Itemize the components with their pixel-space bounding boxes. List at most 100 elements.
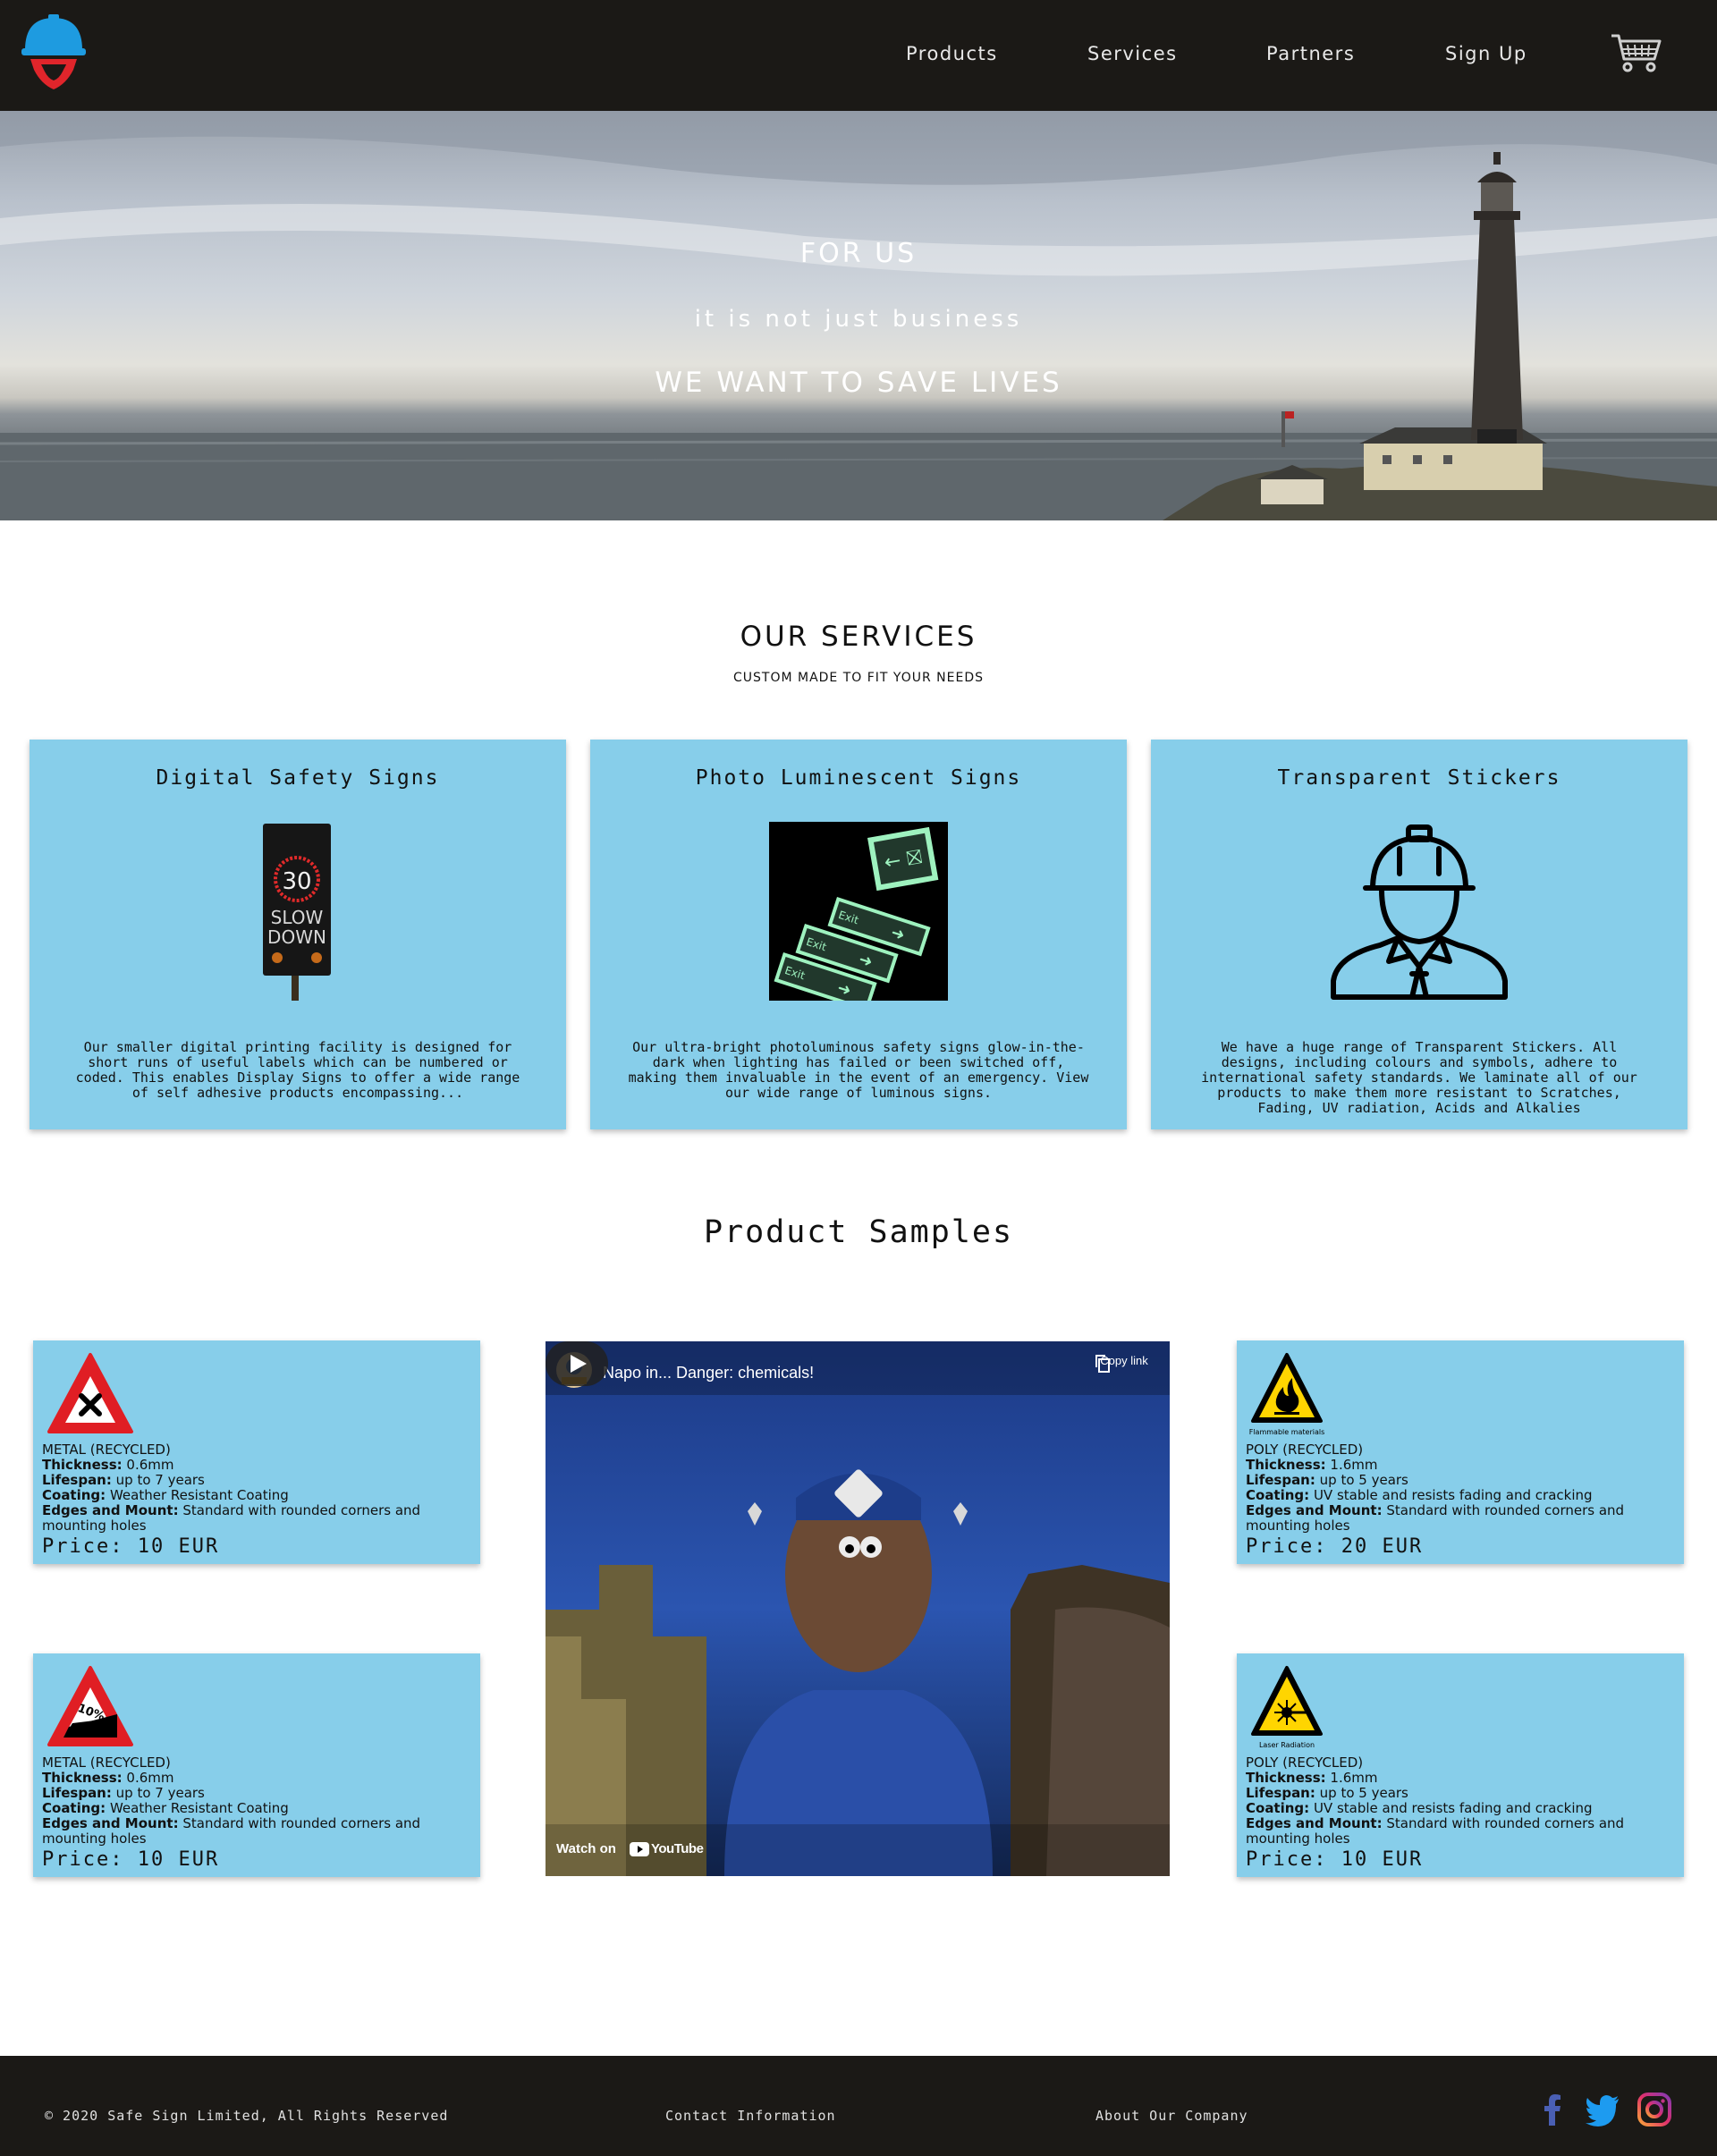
edges-label: Edges and Mount: — [1246, 1502, 1383, 1518]
service-card-luminescent[interactable]: Photo Luminescent Signs ← ⛝ Exit ➜ Exit ➜ … — [590, 740, 1127, 1129]
services-subtitle: CUSTOM MADE TO FIT YOUR NEEDS — [732, 671, 984, 685]
service-card-title: Digital Safety Signs — [156, 766, 440, 790]
service-card-title: Transparent Stickers — [1277, 766, 1561, 790]
product-details: METAL (RECYCLED) Thickness: 0.6mm Lifesp… — [42, 1442, 471, 1560]
copy-icon — [1095, 1355, 1110, 1373]
hero-slogan: WE WANT TO SAVE LIVES — [655, 367, 1062, 399]
youtube-logo-icon — [630, 1842, 649, 1856]
digital-sign-speed-text: 30 — [282, 868, 311, 895]
hero-tagline: it is not just business — [694, 306, 1023, 333]
watch-on-label: Watch on — [556, 1841, 616, 1856]
nav-products-link[interactable]: Products — [906, 43, 998, 64]
glow-exit-signs-image: ← ⛝ Exit➜ Exit➜ Exit➜ — [769, 822, 948, 1001]
watch-on-youtube-link[interactable]: Watch on YouTube — [546, 1830, 706, 1869]
edges-label: Edges and Mount: — [42, 1815, 179, 1831]
footer-about-link[interactable]: About Our Company — [1095, 2108, 1248, 2124]
price-label: Price: — [1246, 1535, 1328, 1558]
digital-sign-slow-text: SLOW — [271, 907, 324, 928]
product-lifespan: up to 7 years — [115, 1472, 205, 1488]
hero-banner: FOR US it is not just business WE WANT T… — [0, 111, 1717, 520]
product-details: METAL (RECYCLED) Thickness: 0.6mm Lifesp… — [42, 1755, 471, 1873]
service-card-digital[interactable]: Digital Safety Signs 30 SLOW DOWN Our sm… — [30, 740, 566, 1129]
service-card-description: We have a huge range of Transparent Stic… — [1201, 1039, 1637, 1116]
flammable-caption: Flammable materials — [1249, 1428, 1324, 1436]
thickness-label: Thickness: — [1246, 1770, 1326, 1786]
hero-heading: FOR US — [799, 238, 918, 269]
product-lifespan: up to 5 years — [1319, 1785, 1408, 1801]
site-footer: © 2020 Safe Sign Limited, All Rights Res… — [0, 2056, 1717, 2156]
product-material: METAL (RECYCLED) — [42, 1442, 171, 1458]
worker-helmet-icon — [1331, 824, 1508, 1000]
product-thickness: 0.6mm — [126, 1770, 174, 1786]
product-material: POLY (RECYCLED) — [1246, 1442, 1364, 1458]
edges-label: Edges and Mount: — [42, 1502, 179, 1518]
coating-label: Coating: — [1246, 1800, 1310, 1816]
twitter-icon[interactable] — [1585, 2092, 1620, 2127]
product-thickness: 1.6mm — [1330, 1457, 1378, 1473]
service-card-stickers[interactable]: Transparent Stickers We have a huge rang… — [1151, 740, 1687, 1129]
digital-speed-sign-image: 30 SLOW DOWN — [263, 824, 331, 1001]
top-nav: Products Services Partners Sign Up — [0, 0, 1717, 111]
copy-link-button[interactable]: Copy link — [1093, 1354, 1155, 1373]
price-label: Price: — [42, 1535, 124, 1558]
product-details: POLY (RECYCLED) Thickness: 1.6mm Lifespa… — [1246, 1755, 1675, 1873]
product-price: 10 EUR — [137, 1848, 220, 1871]
product-card-steep-hill[interactable]: 10% METAL (RECYCLED) Thickness: 0.6mm Li… — [33, 1653, 480, 1877]
edges-label: Edges and Mount: — [1246, 1815, 1383, 1831]
video-embed[interactable]: Napo in... Danger: chemicals! Copy link … — [546, 1341, 1170, 1876]
product-thickness: 1.6mm — [1330, 1770, 1378, 1786]
product-material: POLY (RECYCLED) — [1246, 1754, 1364, 1771]
services-title: OUR SERVICES — [740, 621, 977, 653]
product-coating: UV stable and resists fading and crackin… — [1313, 1800, 1593, 1816]
product-coating: Weather Resistant Coating — [109, 1487, 289, 1503]
price-label: Price: — [42, 1848, 124, 1871]
nav-signup-link[interactable]: Sign Up — [1445, 43, 1527, 64]
product-thickness: 0.6mm — [126, 1457, 174, 1473]
product-lifespan: up to 7 years — [115, 1785, 205, 1801]
coating-label: Coating: — [42, 1487, 106, 1503]
product-coating: Weather Resistant Coating — [109, 1800, 289, 1816]
product-card-flammable[interactable]: Flammable materials POLY (RECYCLED) Thic… — [1237, 1340, 1684, 1564]
thickness-label: Thickness: — [42, 1457, 123, 1473]
product-material: METAL (RECYCLED) — [42, 1754, 171, 1771]
coating-label: Coating: — [1246, 1487, 1310, 1503]
safe-sign-logo-icon[interactable] — [21, 14, 86, 89]
video-thumbnail-image — [546, 1341, 1170, 1876]
product-price: 10 EUR — [1341, 1848, 1424, 1871]
service-card-title: Photo Luminescent Signs — [695, 766, 1022, 790]
product-details: POLY (RECYCLED) Thickness: 1.6mm Lifespa… — [1246, 1442, 1675, 1560]
nav-partners-link[interactable]: Partners — [1266, 43, 1355, 64]
flammable-warning-icon: Flammable materials — [1249, 1353, 1324, 1436]
product-lifespan: up to 5 years — [1319, 1472, 1408, 1488]
lifespan-label: Lifespan: — [42, 1785, 112, 1801]
coating-label: Coating: — [42, 1800, 106, 1816]
steep-hill-warning-icon: 10% — [47, 1666, 133, 1746]
laser-warning-icon: Laser Radiation — [1251, 1666, 1323, 1749]
price-label: Price: — [1246, 1848, 1328, 1871]
instagram-icon[interactable] — [1637, 2092, 1672, 2127]
youtube-wordmark: YouTube — [651, 1841, 704, 1856]
product-coating: UV stable and resists fading and crackin… — [1313, 1487, 1593, 1503]
product-samples-title: Product Samples — [703, 1214, 1014, 1250]
digital-sign-down-text: DOWN — [267, 926, 326, 948]
product-price: 20 EUR — [1341, 1535, 1424, 1558]
product-card-laser[interactable]: Laser Radiation POLY (RECYCLED) Thicknes… — [1237, 1653, 1684, 1877]
crossroads-warning-icon — [47, 1353, 133, 1433]
lifespan-label: Lifespan: — [42, 1472, 112, 1488]
laser-caption: Laser Radiation — [1259, 1741, 1315, 1749]
lifespan-label: Lifespan: — [1246, 1785, 1315, 1801]
video-title[interactable]: Napo in... Danger: chemicals! — [603, 1364, 814, 1382]
shopping-cart-icon[interactable] — [1610, 32, 1662, 73]
lifespan-label: Lifespan: — [1246, 1472, 1315, 1488]
play-button-icon[interactable] — [546, 1341, 608, 1386]
product-card-crossroads[interactable]: METAL (RECYCLED) Thickness: 0.6mm Lifesp… — [33, 1340, 480, 1564]
thickness-label: Thickness: — [1246, 1457, 1326, 1473]
service-card-description: Our smaller digital printing facility is… — [75, 1039, 520, 1101]
nav-services-link[interactable]: Services — [1087, 43, 1178, 64]
footer-copyright: © 2020 Safe Sign Limited, All Rights Res… — [45, 2108, 449, 2124]
service-card-description: Our ultra-bright photoluminous safety si… — [628, 1039, 1089, 1101]
footer-contact-link[interactable]: Contact Information — [665, 2108, 836, 2124]
thickness-label: Thickness: — [42, 1770, 123, 1786]
product-price: 10 EUR — [137, 1535, 220, 1558]
facebook-icon[interactable] — [1535, 2092, 1570, 2127]
